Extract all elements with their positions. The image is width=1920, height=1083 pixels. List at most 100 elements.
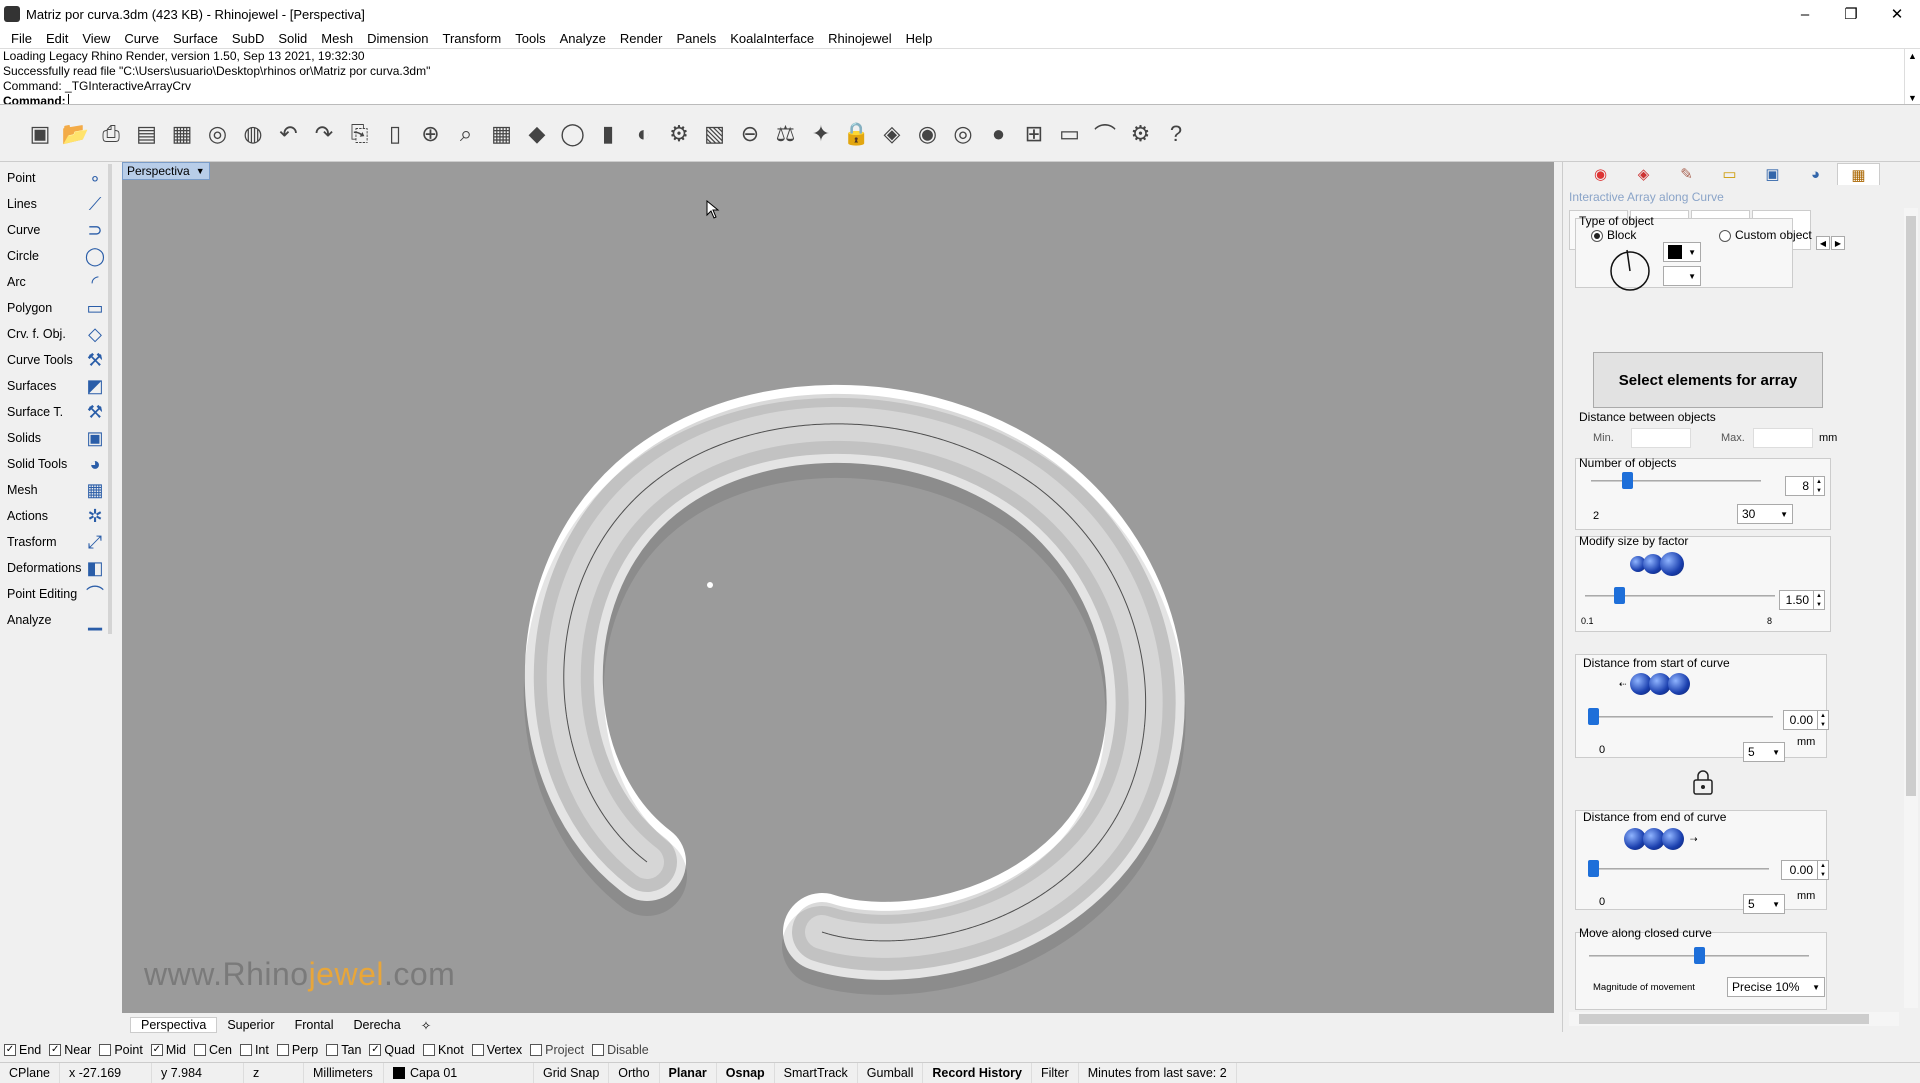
render-tab-icon[interactable]: ◕ xyxy=(1794,163,1837,185)
max-distance-input[interactable] xyxy=(1753,428,1813,448)
checkbox-icon[interactable]: ✓ xyxy=(4,1044,16,1056)
status-toggle-gumball[interactable]: Gumball xyxy=(858,1063,924,1083)
osnap-end[interactable]: ✓ End xyxy=(4,1043,41,1057)
minimize-button[interactable]: – xyxy=(1782,0,1828,28)
weight-icon[interactable]: ⚖ xyxy=(770,118,802,150)
settings-icon[interactable]: ⚙ xyxy=(1125,118,1157,150)
spin-up-icon[interactable]: ▲ xyxy=(1816,479,1822,485)
block-radio[interactable]: Block xyxy=(1591,228,1636,242)
view-tab-frontal[interactable]: Frontal xyxy=(285,1018,344,1032)
texture-icon[interactable]: ▧ xyxy=(699,118,731,150)
block-color-dropdown[interactable]: ▼ xyxy=(1663,242,1701,262)
size-slider-thumb[interactable] xyxy=(1614,587,1626,604)
osnap-vertex[interactable]: Vertex xyxy=(471,1043,522,1057)
menu-render[interactable]: Render xyxy=(613,31,670,46)
checkbox-icon[interactable]: ✓ xyxy=(49,1044,62,1056)
new-icon[interactable]: ▣ xyxy=(24,118,56,150)
move-slider-thumb[interactable] xyxy=(1694,947,1705,964)
command-prompt[interactable]: Command: xyxy=(3,94,1920,104)
menu-panels[interactable]: Panels xyxy=(669,31,723,46)
checkbox-icon[interactable] xyxy=(592,1044,605,1056)
menu-edit[interactable]: Edit xyxy=(39,31,75,46)
zoom-extents-icon[interactable]: ⊕ xyxy=(415,118,447,150)
viewport-perspective[interactable] xyxy=(122,162,1554,1013)
spin-down-icon[interactable]: ▼ xyxy=(1816,488,1822,494)
number-of-objects-spinner[interactable]: 8 ▲ ▼ xyxy=(1785,476,1825,496)
display-tab-icon[interactable]: ▣ xyxy=(1751,163,1794,185)
color-wheel-icon[interactable]: ◉ xyxy=(912,118,944,150)
menu-help[interactable]: Help xyxy=(899,31,940,46)
end-step-dropdown[interactable]: 5 ▼ xyxy=(1743,894,1785,914)
osnap-mid[interactable]: ✓ Mid xyxy=(150,1043,186,1057)
viewports-icon[interactable]: ▦ xyxy=(486,118,518,150)
menu-transform[interactable]: Transform xyxy=(435,31,508,46)
undo-icon[interactable]: ↶ xyxy=(273,118,305,150)
folder-tab-icon[interactable]: ▭ xyxy=(1708,163,1751,185)
number-slider-thumb[interactable] xyxy=(1621,472,1633,489)
chevron-down-icon[interactable]: ▼ xyxy=(196,166,205,176)
start-step-dropdown[interactable]: 5 ▼ xyxy=(1743,742,1785,762)
osnap-knot[interactable]: Knot xyxy=(423,1043,464,1057)
scroll-down-icon[interactable]: ▼ xyxy=(1908,91,1917,104)
curve-tool-icon[interactable]: ⌒ xyxy=(1089,118,1121,150)
menu-surface[interactable]: Surface xyxy=(166,31,225,46)
view-tab-derecha[interactable]: Derecha xyxy=(343,1018,410,1032)
spin-up-icon[interactable]: ▲ xyxy=(1816,593,1822,599)
osnap-disable[interactable]: Disable xyxy=(592,1043,649,1057)
status-toggle-record-history[interactable]: Record History xyxy=(923,1063,1032,1083)
checkbox-icon[interactable] xyxy=(194,1044,206,1056)
view-tab-perspectiva[interactable]: Perspectiva xyxy=(130,1017,218,1033)
osnap-cen[interactable]: Cen xyxy=(194,1043,232,1057)
end-distance-spinner[interactable]: 0.00 ▲ ▼ xyxy=(1781,860,1829,880)
spin-up-icon[interactable]: ▲ xyxy=(1820,713,1826,719)
bracelet-icon[interactable]: ◐ xyxy=(628,118,660,150)
panel-vertical-scrollbar[interactable] xyxy=(1904,208,1918,1008)
custom-object-radio[interactable]: Custom object xyxy=(1719,228,1812,242)
scroll-up-icon[interactable]: ▲ xyxy=(1908,49,1917,64)
spin-up-icon[interactable]: ▲ xyxy=(1820,863,1826,869)
redo-icon[interactable]: ↷ xyxy=(308,118,340,150)
ruler-icon[interactable]: ▭ xyxy=(1054,118,1086,150)
brush-tab-icon[interactable]: ✎ xyxy=(1665,163,1708,185)
pendant-icon[interactable]: ▮ xyxy=(592,118,624,150)
add-view-tab-icon[interactable]: ✧ xyxy=(411,1018,441,1033)
menu-curve[interactable]: Curve xyxy=(117,31,166,46)
status-toggle-grid-snap[interactable]: Grid Snap xyxy=(534,1063,610,1083)
measure-icon[interactable]: ⊖ xyxy=(734,118,766,150)
ring-profile-icon[interactable]: ◯ xyxy=(557,118,589,150)
checkbox-icon[interactable] xyxy=(239,1044,252,1056)
start-slider-thumb[interactable] xyxy=(1588,708,1599,725)
number-slider-track[interactable] xyxy=(1591,480,1761,482)
menu-solid[interactable]: Solid xyxy=(271,31,314,46)
units-label[interactable]: Millimeters xyxy=(304,1063,384,1083)
cplane-label[interactable]: CPlane xyxy=(0,1063,60,1083)
panel-horizontal-scrollbar[interactable] xyxy=(1569,1012,1899,1026)
menu-file[interactable]: File xyxy=(4,31,39,46)
lock-icon[interactable]: 🔒 xyxy=(841,118,873,150)
left-tool-analyze[interactable]: Analyze ▁ xyxy=(0,604,112,636)
spin-down-icon[interactable]: ▼ xyxy=(1816,602,1822,608)
scrollbar-thumb[interactable] xyxy=(1906,216,1916,796)
checkbox-icon[interactable] xyxy=(530,1044,543,1056)
magnitude-dropdown[interactable]: Precise 10% ▼ xyxy=(1727,977,1825,997)
osnap-int[interactable]: Int xyxy=(239,1043,269,1057)
checkbox-icon[interactable]: ✓ xyxy=(150,1044,163,1056)
viewport-title-tab[interactable]: Perspectiva ▼ xyxy=(122,162,210,180)
menu-subd[interactable]: SubD xyxy=(225,31,272,46)
status-toggle-ortho[interactable]: Ortho xyxy=(609,1063,660,1083)
paste-icon[interactable]: ▯ xyxy=(379,118,411,150)
analyze-icon[interactable]: ▁ xyxy=(82,606,112,634)
status-toggle-filter[interactable]: Filter xyxy=(1032,1063,1079,1083)
menu-koalainterface[interactable]: KoalaInterface xyxy=(723,31,821,46)
menu-view[interactable]: View xyxy=(75,31,117,46)
select-elements-button[interactable]: Select elements for array xyxy=(1593,352,1823,408)
zoom-icon[interactable]: ⌕ xyxy=(450,118,482,150)
layer-indicator[interactable]: Capa 01 xyxy=(384,1063,534,1083)
checkbox-icon[interactable]: ✓ xyxy=(369,1044,382,1056)
chevron-left-icon[interactable]: ◀ xyxy=(1816,236,1830,250)
lightbulb-icon[interactable]: ✦ xyxy=(805,118,837,150)
menu-analyze[interactable]: Analyze xyxy=(553,31,613,46)
save-icon[interactable]: ▤ xyxy=(131,118,163,150)
view-tab-superior[interactable]: Superior xyxy=(217,1018,284,1032)
open-icon[interactable]: 📂 xyxy=(60,118,92,150)
